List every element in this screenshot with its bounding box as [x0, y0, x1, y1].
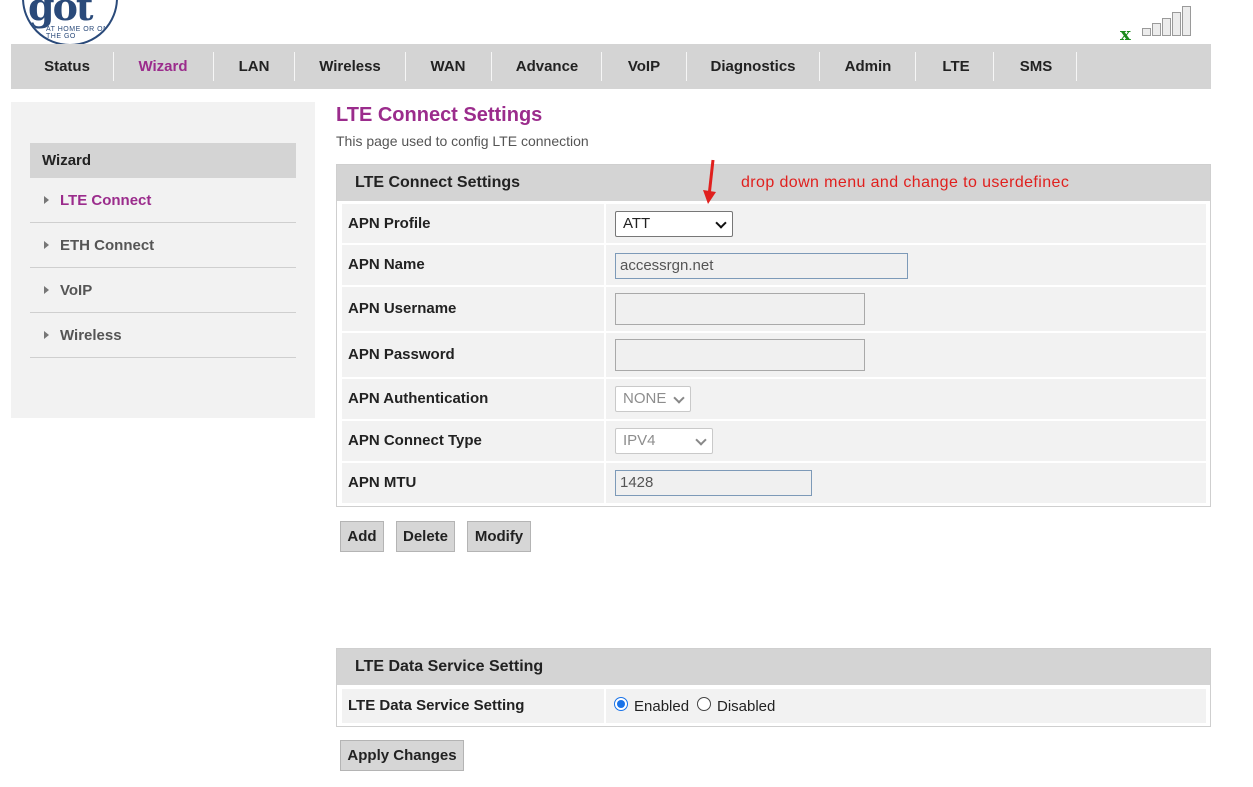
- nav-separator: [491, 52, 492, 81]
- disabled-radio[interactable]: [697, 697, 711, 711]
- nav-lan[interactable]: LAN: [223, 44, 285, 89]
- nav-voip[interactable]: VoIP: [611, 44, 677, 89]
- row-apn-name: APN Name accessrgn.net: [342, 245, 1206, 285]
- cell-divider: [604, 287, 606, 331]
- apn-password-label: APN Password: [348, 346, 455, 363]
- red-arrow-icon: [703, 159, 716, 204]
- row-apn-profile: APN Profile ATT: [342, 204, 1206, 243]
- sidebar-item-lte-connect[interactable]: LTE Connect: [30, 178, 296, 223]
- logo-tagline: AT HOME OR ON THE GO: [46, 26, 109, 40]
- nav-sms[interactable]: SMS: [1003, 44, 1069, 89]
- bullet-arrow-icon: [44, 331, 49, 339]
- apn-password-input[interactable]: [615, 339, 865, 371]
- nav-separator: [405, 52, 406, 81]
- cell-divider: [604, 204, 606, 243]
- signal-bar: [1172, 12, 1181, 36]
- chevron-down-icon: [695, 434, 707, 446]
- signal-bar: [1152, 23, 1161, 36]
- apn-profile-value: ATT: [623, 215, 651, 232]
- bullet-arrow-icon: [44, 286, 49, 294]
- nav-separator: [601, 52, 602, 81]
- nav-advance[interactable]: Advance: [501, 44, 593, 89]
- enabled-radio[interactable]: [614, 697, 628, 711]
- sidebar-item-label: VoIP: [60, 282, 93, 299]
- nav-wireless[interactable]: Wireless: [304, 44, 396, 89]
- apn-mtu-label: APN MTU: [348, 474, 417, 491]
- nav-wan[interactable]: WAN: [415, 44, 481, 89]
- modify-button[interactable]: Modify: [467, 521, 531, 552]
- sidebar-item-label: Wireless: [60, 327, 122, 344]
- cell-divider: [604, 379, 606, 419]
- apn-name-label: APN Name: [348, 256, 425, 273]
- cell-divider: [604, 333, 606, 377]
- nav-diagnostics[interactable]: Diagnostics: [696, 44, 810, 89]
- apn-connect-type-value: IPV4: [623, 432, 656, 449]
- nav-separator: [686, 52, 687, 81]
- lte-connect-section: LTE Connect Settings APN Profile ATT APN…: [336, 164, 1211, 507]
- apply-changes-button[interactable]: Apply Changes: [340, 740, 464, 771]
- apn-connect-type-label: APN Connect Type: [348, 432, 482, 449]
- row-apn-authentication: APN Authentication NONE: [342, 379, 1206, 419]
- sidebar-item-voip[interactable]: VoIP: [30, 268, 296, 313]
- apn-mtu-input[interactable]: 1428: [615, 470, 812, 496]
- data-service-label: LTE Data Service Setting: [348, 697, 525, 714]
- logo: got AT HOME OR ON THE GO: [22, 0, 118, 46]
- cell-divider: [604, 463, 606, 503]
- bullet-arrow-icon: [44, 196, 49, 204]
- logo-text: got: [28, 0, 93, 29]
- lte-data-service-section: LTE Data Service Setting LTE Data Servic…: [336, 648, 1211, 727]
- bullet-arrow-icon: [44, 241, 49, 249]
- disabled-radio-label: Disabled: [717, 698, 776, 715]
- nav-separator: [294, 52, 295, 81]
- nav-separator: [993, 52, 994, 81]
- add-button[interactable]: Add: [340, 521, 384, 552]
- chevron-down-icon: [715, 217, 727, 229]
- cell-divider: [604, 421, 606, 461]
- enabled-radio-label: Enabled: [634, 698, 690, 715]
- sidebar-item-label: ETH Connect: [60, 237, 155, 254]
- row-apn-mtu: APN MTU 1428: [342, 463, 1206, 503]
- apn-name-input[interactable]: accessrgn.net: [615, 253, 908, 279]
- apn-username-input[interactable]: [615, 293, 865, 325]
- row-apn-password: APN Password: [342, 333, 1206, 377]
- nav-lte[interactable]: LTE: [925, 44, 987, 89]
- sidebar-item-wireless[interactable]: Wireless: [30, 313, 296, 358]
- apn-profile-select[interactable]: ATT: [615, 211, 733, 237]
- row-data-service: LTE Data Service Setting Enabled Disable…: [342, 689, 1206, 723]
- no-signal-mark: x: [1120, 24, 1131, 45]
- sidebar-item-eth-connect[interactable]: ETH Connect: [30, 223, 296, 268]
- sidebar-item-label: LTE Connect: [60, 192, 152, 209]
- nav-separator: [819, 52, 820, 81]
- row-apn-connect-type: APN Connect Type IPV4: [342, 421, 1206, 461]
- apn-authentication-label: APN Authentication: [348, 390, 489, 407]
- apn-connect-type-select[interactable]: IPV4: [615, 428, 713, 454]
- nav-admin[interactable]: Admin: [829, 44, 907, 89]
- row-apn-username: APN Username: [342, 287, 1206, 331]
- delete-button[interactable]: Delete: [396, 521, 455, 552]
- main-nav: Status Wizard LAN Wireless WAN Advance V…: [11, 44, 1211, 89]
- nav-separator: [213, 52, 214, 81]
- apn-username-label: APN Username: [348, 300, 457, 317]
- apn-authentication-select[interactable]: NONE: [615, 386, 691, 412]
- nav-status[interactable]: Status: [31, 44, 103, 89]
- apn-profile-label: APN Profile: [348, 215, 431, 232]
- apn-authentication-value: NONE: [623, 390, 667, 407]
- nav-separator: [113, 52, 114, 81]
- page-title: LTE Connect Settings: [336, 104, 543, 126]
- annotation-text: drop down menu and change to userdefinec: [741, 174, 1070, 191]
- nav-separator: [915, 52, 916, 81]
- chevron-down-icon: [673, 392, 685, 404]
- nav-separator: [1076, 52, 1077, 81]
- signal-indicator: x: [1120, 2, 1200, 45]
- cell-divider: [604, 689, 606, 723]
- cell-divider: [604, 245, 606, 285]
- signal-bar: [1142, 28, 1151, 36]
- signal-bar: [1162, 18, 1171, 36]
- page-description: This page used to config LTE connection: [336, 133, 589, 149]
- signal-bar: [1182, 6, 1191, 36]
- section-header: LTE Data Service Setting: [337, 649, 1210, 685]
- sidebar-title: Wizard: [30, 143, 296, 178]
- nav-wizard[interactable]: Wizard: [123, 44, 203, 89]
